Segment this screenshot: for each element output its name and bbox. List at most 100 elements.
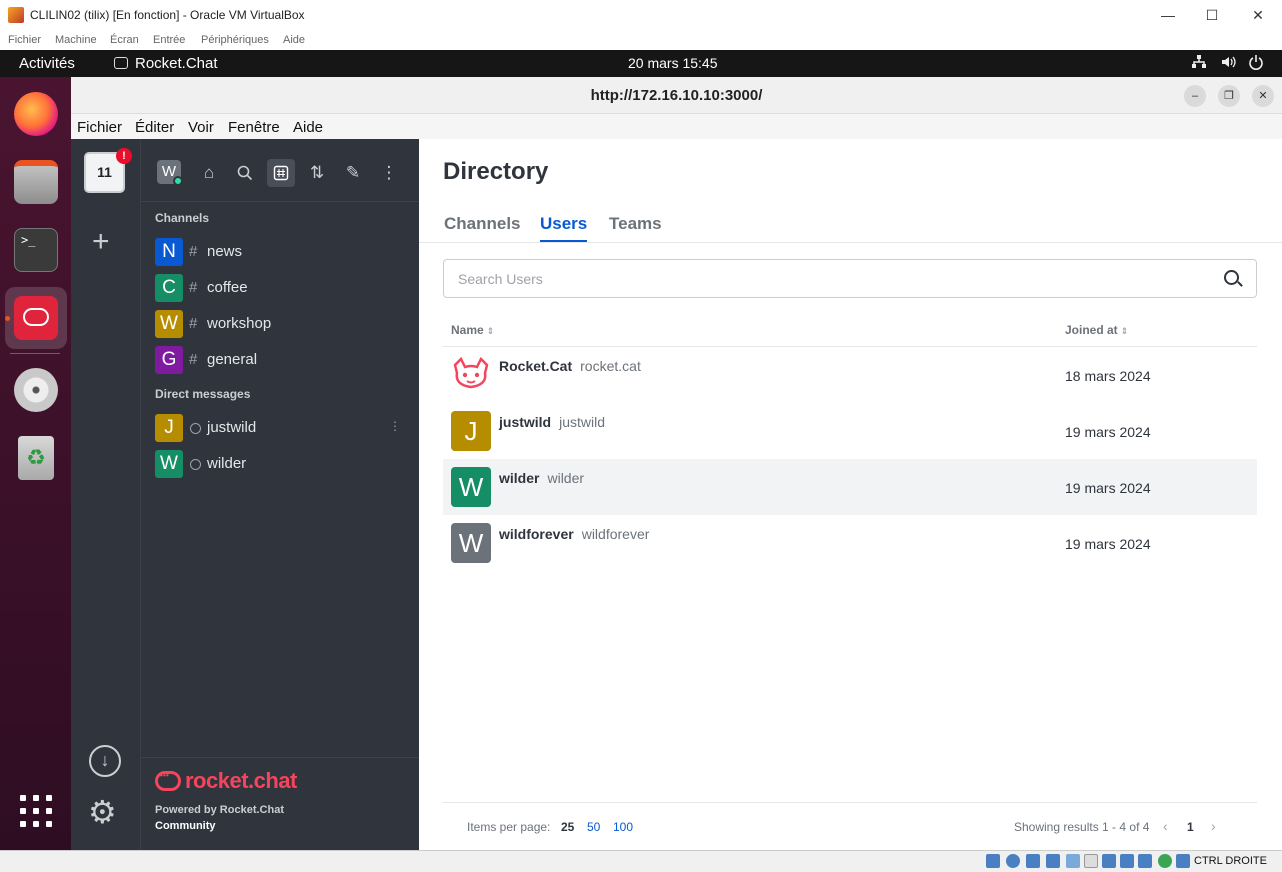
current-page[interactable]: 1 bbox=[1187, 820, 1194, 834]
per-page-25[interactable]: 25 bbox=[561, 820, 574, 834]
vbox-menu-bar: Fichier Machine Écran Entrée Périphériqu… bbox=[0, 32, 1282, 50]
sidebar-footer: rocket.chat Powered by Rocket.Chat Commu… bbox=[141, 757, 419, 850]
create-new-icon[interactable]: ✎ bbox=[339, 159, 367, 187]
recording-icon[interactable] bbox=[1120, 854, 1134, 868]
firefox-title-bar: http://172.16.10.10:3000/ – ❐ ✕ bbox=[71, 77, 1282, 114]
more-options-icon[interactable]: ⋮ bbox=[375, 159, 403, 187]
vbox-menu-machine[interactable]: Machine bbox=[55, 34, 97, 46]
joined-date: 19 mars 2024 bbox=[1065, 480, 1151, 496]
channel-avatar: W bbox=[155, 310, 183, 338]
dock-files[interactable] bbox=[5, 151, 67, 213]
user-avatar: W bbox=[451, 523, 491, 563]
vbox-title-bar: CLILIN02 (tilix) [En fonction] - Oracle … bbox=[0, 0, 1282, 32]
ff-restore-icon[interactable]: ❐ bbox=[1218, 85, 1240, 107]
ff-menu-editer[interactable]: Éditer bbox=[135, 119, 174, 136]
home-icon[interactable]: ⌂ bbox=[195, 159, 223, 187]
workspace-alert-badge: ! bbox=[116, 148, 132, 164]
next-page-icon[interactable]: › bbox=[1211, 818, 1216, 834]
table-row[interactable]: W wilder wilder 19 mars 2024 bbox=[443, 459, 1257, 515]
sidebar: W ⌂ ⇅ ✎ ⋮ Channels N # news C # coffee W… bbox=[141, 139, 419, 850]
vbox-menu-entree[interactable]: Entrée bbox=[153, 34, 185, 46]
optical-drive-icon[interactable] bbox=[1006, 854, 1020, 868]
ubuntu-dock: >_ ♻ bbox=[0, 77, 71, 850]
dm-avatar: J bbox=[155, 414, 183, 442]
files-icon bbox=[14, 160, 58, 204]
dock-firefox[interactable] bbox=[5, 83, 67, 145]
vbox-menu-ecran[interactable]: Écran bbox=[110, 34, 139, 46]
search-icon[interactable] bbox=[1224, 270, 1239, 285]
hard-disk-icon[interactable] bbox=[986, 854, 1000, 868]
per-page-100[interactable]: 100 bbox=[613, 820, 633, 834]
directory-icon[interactable] bbox=[267, 159, 295, 187]
ff-menu-fenetre[interactable]: Fenêtre bbox=[228, 119, 280, 136]
column-name-header[interactable]: Name ⇕ bbox=[451, 323, 494, 337]
search-input[interactable] bbox=[458, 269, 1198, 289]
channel-name: news bbox=[207, 243, 243, 260]
display-icon[interactable] bbox=[1102, 854, 1116, 868]
sidebar-item-wilder[interactable]: W wilder bbox=[141, 446, 419, 482]
item-menu-icon[interactable]: ⋮ bbox=[389, 419, 401, 433]
powered-by-text: Powered by Rocket.Chat bbox=[155, 804, 284, 816]
per-page-50[interactable]: 50 bbox=[587, 820, 600, 834]
dm-name: justwild bbox=[207, 419, 257, 436]
activities-button[interactable]: Activités bbox=[19, 55, 75, 72]
shared-folders-icon[interactable] bbox=[1084, 854, 1098, 868]
page-title: Directory bbox=[443, 158, 549, 185]
sidebar-item-workshop[interactable]: W # workshop bbox=[141, 306, 419, 342]
table-row[interactable]: W wildforever wildforever 19 mars 2024 bbox=[443, 515, 1257, 571]
network-icon[interactable] bbox=[1191, 54, 1207, 73]
close-button[interactable]: ✕ bbox=[1235, 4, 1281, 28]
tab-teams[interactable]: Teams bbox=[609, 214, 662, 240]
channel-avatar: G bbox=[155, 346, 183, 374]
dock-optical-disc[interactable] bbox=[5, 359, 67, 421]
sidebar-item-general[interactable]: G # general bbox=[141, 342, 419, 378]
focused-app-menu[interactable]: Rocket.Chat bbox=[114, 55, 218, 72]
dm-avatar: W bbox=[155, 450, 183, 478]
ff-menu-voir[interactable]: Voir bbox=[188, 119, 214, 136]
table-row[interactable]: Rocket.Cat rocket.cat 18 mars 2024 bbox=[443, 347, 1257, 403]
ubuntu-top-bar: Activités Rocket.Chat 20 mars 15:45 bbox=[0, 50, 1282, 77]
sidebar-toolbar: W ⌂ ⇅ ✎ ⋮ bbox=[141, 139, 419, 202]
dock-separator bbox=[10, 353, 60, 354]
vbox-menu-peripheriques[interactable]: Périphériques bbox=[201, 34, 269, 46]
minimize-button[interactable]: — bbox=[1145, 4, 1191, 28]
tab-users[interactable]: Users bbox=[540, 214, 588, 242]
volume-icon[interactable] bbox=[1220, 54, 1236, 73]
search-icon[interactable] bbox=[231, 159, 259, 187]
dock-rocketchat[interactable] bbox=[5, 287, 67, 349]
offline-status-icon bbox=[190, 423, 201, 434]
show-apps-icon[interactable] bbox=[20, 795, 52, 827]
user-display-name: justwild bbox=[499, 414, 552, 430]
dock-trash[interactable]: ♻ bbox=[5, 427, 67, 489]
rocket-cat-avatar-icon bbox=[453, 356, 489, 389]
page-url: http://172.16.10.10:3000/ bbox=[590, 87, 763, 104]
column-joined-header[interactable]: Joined at ⇕ bbox=[1065, 323, 1128, 337]
channel-name: workshop bbox=[207, 315, 272, 332]
clock[interactable]: 20 mars 15:45 bbox=[628, 55, 718, 71]
sort-icon: ⇕ bbox=[1120, 326, 1129, 336]
sidebar-item-justwild[interactable]: J justwild ⋮ bbox=[141, 410, 419, 446]
network-adapter-icon[interactable] bbox=[1046, 854, 1060, 868]
ff-menu-aide[interactable]: Aide bbox=[293, 119, 323, 136]
sidebar-item-coffee[interactable]: C # coffee bbox=[141, 270, 419, 306]
vbox-menu-fichier[interactable]: Fichier bbox=[8, 34, 41, 46]
dock-terminal[interactable]: >_ bbox=[5, 219, 67, 281]
ff-close-icon[interactable]: ✕ bbox=[1252, 85, 1274, 107]
download-icon[interactable]: ↓ bbox=[89, 745, 121, 777]
tab-channels[interactable]: Channels bbox=[444, 214, 521, 240]
power-icon[interactable] bbox=[1248, 54, 1264, 73]
ff-menu-fichier[interactable]: Fichier bbox=[77, 119, 122, 136]
sort-icon[interactable]: ⇅ bbox=[303, 159, 331, 187]
workspace-rail: 11 ! + ↓ ⚙ bbox=[71, 139, 141, 850]
usb-icon[interactable] bbox=[1066, 854, 1080, 868]
settings-gear-icon[interactable]: ⚙ bbox=[88, 796, 117, 828]
sidebar-item-news[interactable]: N # news bbox=[141, 234, 419, 270]
prev-page-icon[interactable]: ‹ bbox=[1163, 818, 1168, 834]
ff-minimize-icon[interactable]: – bbox=[1184, 85, 1206, 107]
maximize-button[interactable]: ☐ bbox=[1189, 4, 1235, 28]
add-workspace-icon[interactable]: + bbox=[92, 227, 110, 257]
audio-icon[interactable] bbox=[1026, 854, 1040, 868]
user-username: rocket.cat bbox=[580, 358, 641, 374]
table-row[interactable]: J justwild justwild 19 mars 2024 bbox=[443, 403, 1257, 459]
vbox-menu-aide[interactable]: Aide bbox=[283, 34, 305, 46]
